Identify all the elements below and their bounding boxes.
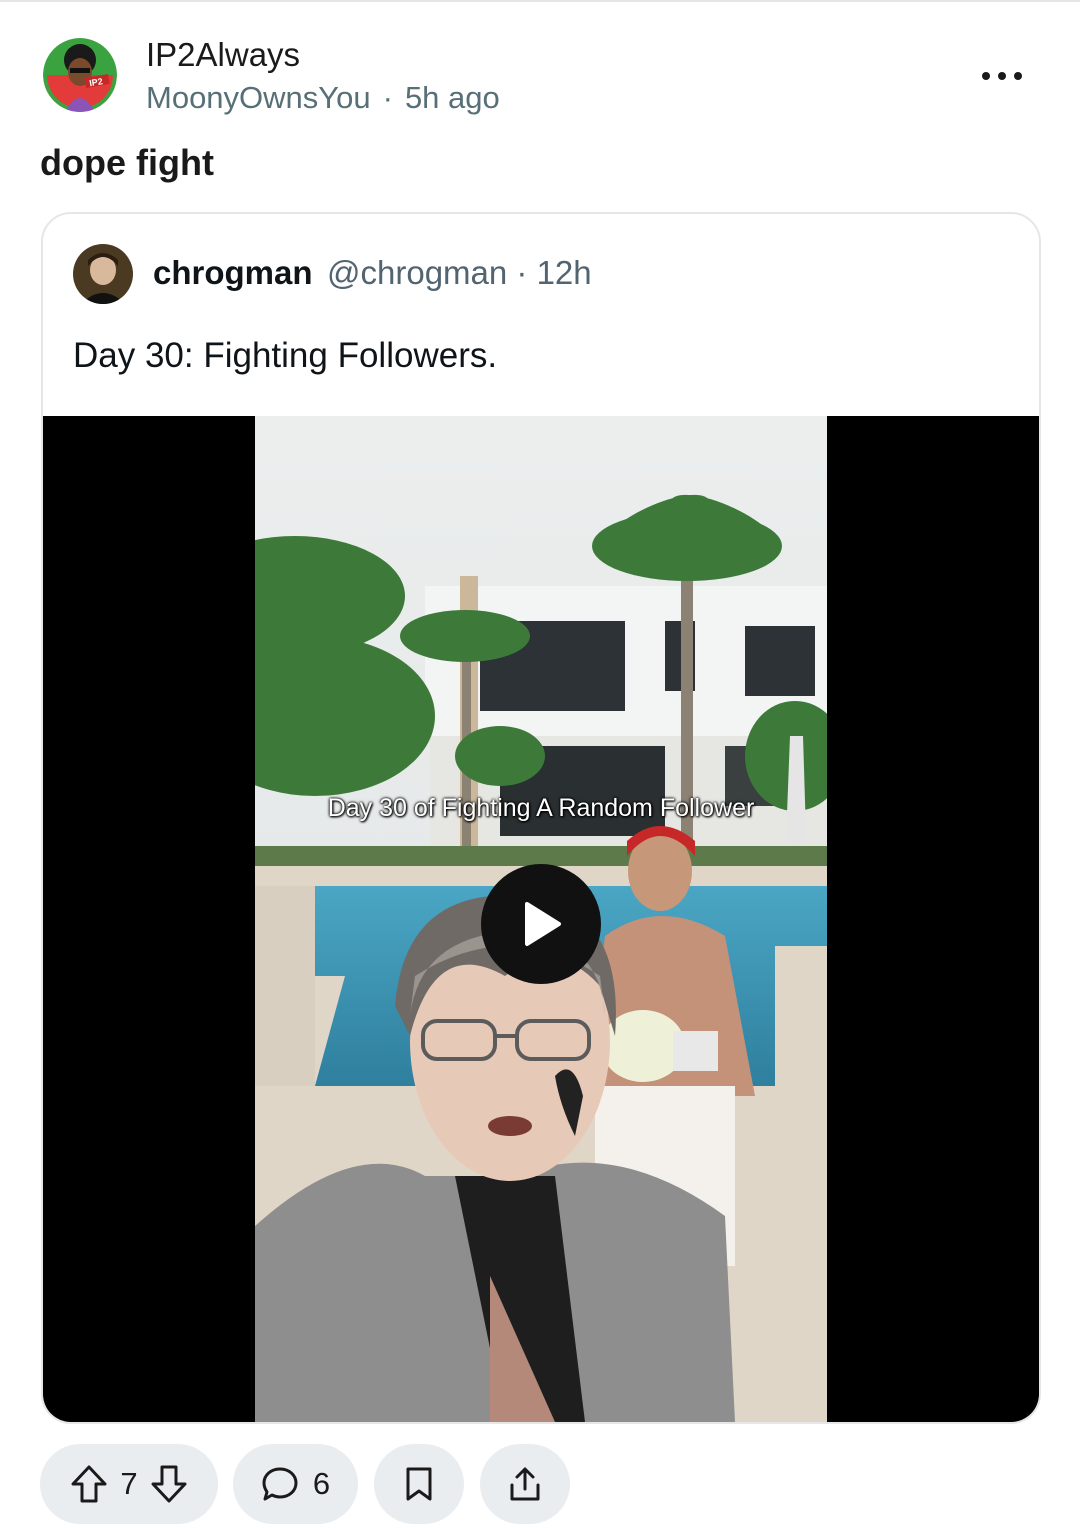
embed-text: Day 30: Fighting Followers. (73, 336, 498, 375)
save-button[interactable] (374, 1444, 464, 1524)
embed-avatar[interactable] (73, 244, 133, 304)
play-button[interactable] (481, 864, 601, 984)
post-meta: MoonyOwnsYou · 5h ago (146, 80, 500, 116)
video-caption: Day 30 of Fighting A Random Follower (327, 794, 755, 822)
bookmark-icon (406, 1467, 432, 1501)
more-horizontal-icon (982, 72, 990, 80)
vote-control: 7 (40, 1444, 218, 1524)
share-icon (510, 1467, 540, 1501)
play-icon (525, 902, 561, 946)
community-avatar[interactable]: IP2 (43, 38, 117, 112)
author-name[interactable]: MoonyOwnsYou (146, 80, 371, 115)
comment-button[interactable]: 6 (233, 1444, 358, 1524)
post-title[interactable]: dope fight (40, 142, 214, 184)
more-options-button[interactable] (982, 62, 1022, 90)
embedded-post-card[interactable]: chrogman @chrogman · 12h Day 30: Fightin… (41, 212, 1041, 1424)
more-dot (998, 72, 1006, 80)
embed-display-name[interactable]: chrogman (153, 254, 313, 292)
more-dot (1014, 72, 1022, 80)
speech-bubble-icon (262, 1467, 298, 1501)
upvote-count: 7 (120, 1466, 138, 1501)
share-button[interactable] (480, 1444, 570, 1524)
meta-separator: · (382, 80, 393, 115)
top-divider (0, 0, 1080, 2)
embed-handle-time: @chrogman · 12h (327, 254, 592, 291)
arrow-up-icon[interactable] (70, 1464, 108, 1504)
community-name[interactable]: IP2Always (146, 36, 300, 74)
comment-count: 6 (312, 1466, 331, 1501)
arrow-down-icon[interactable] (150, 1464, 188, 1504)
video-player[interactable]: Day 30 of Fighting A Random Follower (43, 416, 1039, 1422)
post-time: 5h ago (404, 80, 500, 115)
